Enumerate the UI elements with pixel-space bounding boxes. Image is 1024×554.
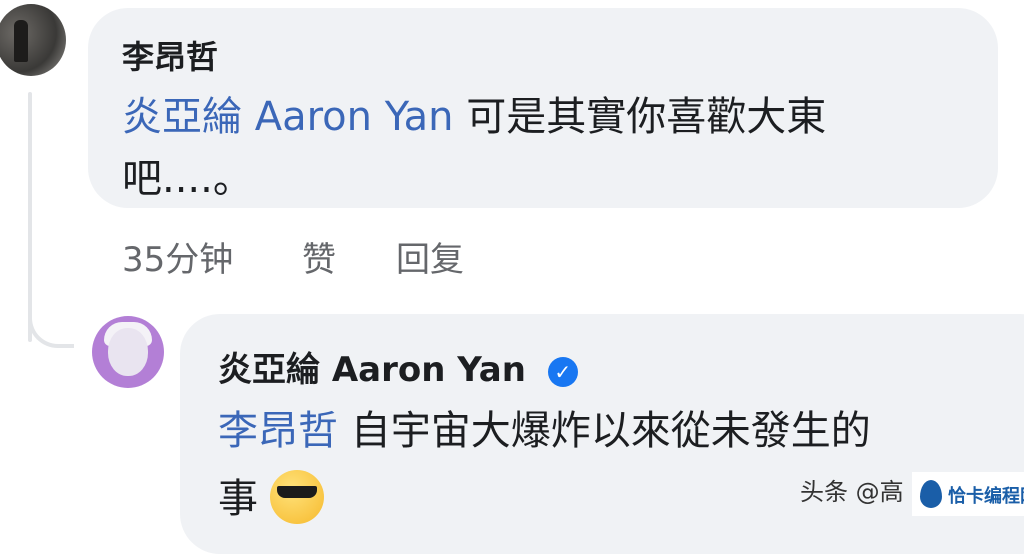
watermark-site: 恰卡编程网 [912, 472, 1024, 516]
reply-mention-link[interactable]: 李昂哲 [218, 408, 338, 454]
avatar-commenter[interactable] [0, 4, 66, 76]
reply-text: 自宇宙大爆炸以來從未發生的 [350, 408, 871, 454]
reply-text-line-1: 李昂哲 自宇宙大爆炸以來從未發生的 [218, 398, 871, 456]
comment-text-line-1: 炎亞綸 Aaron Yan 可是其實你喜歡大東 [122, 84, 826, 142]
comment-author-name[interactable]: 李昂哲 [122, 32, 218, 78]
comment-mention-link[interactable]: 炎亞綸 Aaron Yan [122, 94, 453, 140]
avatar-figure [14, 20, 28, 62]
thread-connector-elbow [28, 300, 74, 348]
comment-timestamp[interactable]: 35分钟 [122, 232, 233, 281]
watermark-site-text: 恰卡编程网 [948, 486, 1024, 507]
reply-button[interactable]: 回复 [396, 232, 464, 281]
verified-check-icon: ✓ [547, 356, 578, 387]
watermark-toutiao: 头条 @高 [800, 478, 904, 506]
reply-author-name[interactable]: 炎亞綸 Aaron Yan [218, 350, 526, 390]
like-button[interactable]: 赞 [302, 232, 336, 281]
avatar-face [108, 328, 148, 376]
comment-text-line-2: 吧....。 [122, 156, 253, 202]
emoji-glasses [277, 486, 317, 498]
watermark-drop-icon [920, 480, 942, 508]
reply-text-line-2: 事 [218, 476, 258, 522]
reply-author: 炎亞綸 Aaron Yan ✓ [218, 342, 578, 391]
avatar-replier[interactable] [92, 316, 164, 388]
comment-text: 可是其實你喜歡大東 [466, 94, 827, 140]
